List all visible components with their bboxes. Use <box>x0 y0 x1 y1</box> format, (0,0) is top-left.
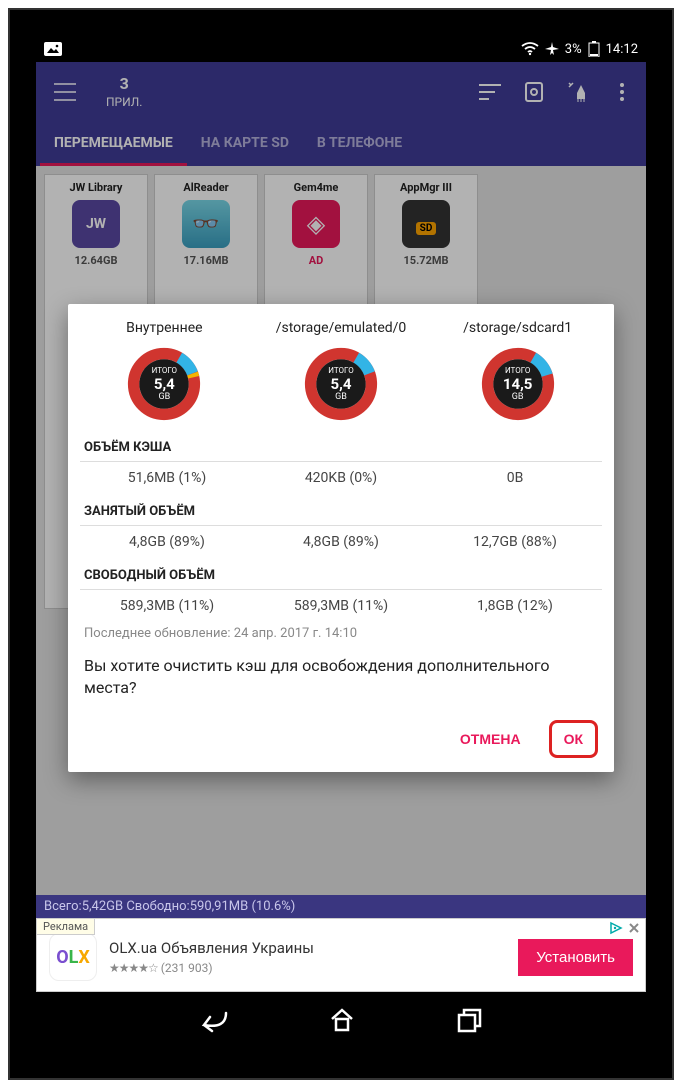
section-cache: ОБЪЁМ КЭША 51,6MB (1%)420KB (0%)0B <box>68 430 614 494</box>
recent-button[interactable] <box>456 1007 484 1037</box>
status-bar: 3% 14:12 <box>36 36 646 62</box>
ok-button[interactable]: ОК <box>561 728 586 750</box>
updated-text: Последнее обновление: 24 апр. 2017 г. 14… <box>68 622 614 651</box>
storage-col-emulated: /storage/emulated/0 ИТОГО5,4GB <box>253 320 430 422</box>
storage-dialog: Внутреннее ИТОГО5,4GB /storage/emulated/… <box>68 304 614 772</box>
image-icon <box>44 42 62 56</box>
ring-chart: ИТОГО5,4GB <box>303 346 379 422</box>
storage-col-internal: Внутреннее ИТОГО5,4GB <box>76 320 253 422</box>
ad-banner[interactable]: Реклама OLX OLX.ua Объявления Украины ★★… <box>36 918 646 992</box>
section-used: ЗАНЯТЫЙ ОБЪЁМ 4,8GB (89%)4,8GB (89%)12,7… <box>68 494 614 558</box>
ad-app-icon: OLX <box>49 933 97 981</box>
dialog-question: Вы хотите очистить кэш для освобождения … <box>68 651 614 712</box>
ring-chart: ИТОГО14,5GB <box>480 346 556 422</box>
home-button[interactable] <box>328 1007 356 1037</box>
back-button[interactable] <box>198 1007 228 1037</box>
wifi-icon <box>521 42 539 56</box>
stats-bar: Всего:5,42GB Свободно:590,91MB (10.6%) <box>36 895 646 918</box>
cancel-button[interactable]: ОТМЕНА <box>448 720 533 758</box>
clock: 14:12 <box>606 42 638 57</box>
section-free: СВОБОДНЫЙ ОБЪЁМ 589,3MB (11%)589,3MB (11… <box>68 558 614 622</box>
nav-bar <box>36 992 646 1052</box>
close-icon[interactable] <box>627 921 641 935</box>
install-button[interactable]: Установить <box>518 939 633 976</box>
ring-chart: ИТОГО5,4GB <box>126 346 202 422</box>
battery-icon <box>588 41 600 57</box>
adchoices-icon[interactable] <box>609 921 623 935</box>
ad-rating: ★★★★☆ (231 903) <box>109 961 506 975</box>
battery-percent: 3% <box>565 42 582 57</box>
ad-tag: Реклама <box>36 918 95 935</box>
storage-col-sdcard: /storage/sdcard1 ИТОГО14,5GB <box>429 320 606 422</box>
airplane-icon <box>545 42 559 56</box>
ad-title: OLX.ua Объявления Украины <box>109 939 506 957</box>
